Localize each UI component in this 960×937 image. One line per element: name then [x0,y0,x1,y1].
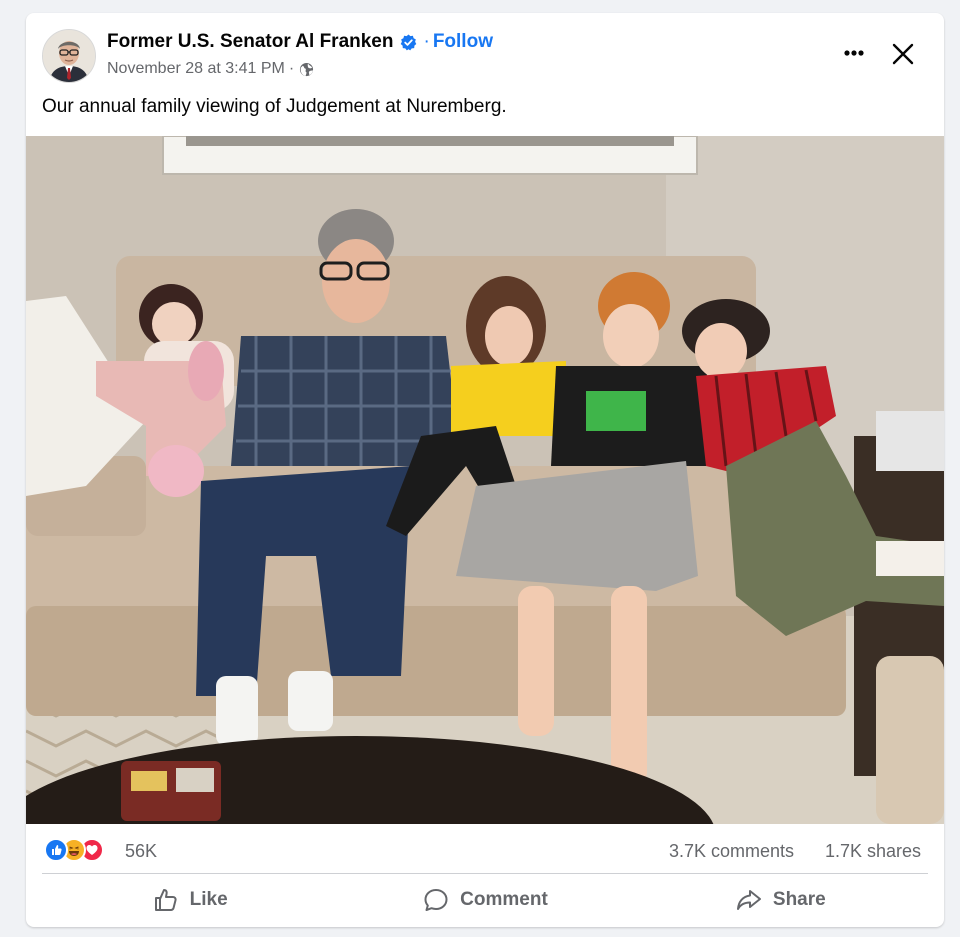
like-label: Like [189,889,228,910]
post-caption: Our annual family viewing of Judgement a… [42,96,507,117]
share-button[interactable]: Share [633,875,928,925]
post-meta: November 28 at 3:41 PM · [107,60,314,78]
like-button[interactable]: Like [42,875,337,925]
avatar-image [43,30,95,82]
post-header: Former U.S. Senator Al Franken · Follow … [26,13,944,83]
reactions-group[interactable] [44,838,104,862]
post-timestamp[interactable]: November 28 at 3:41 PM [107,60,285,78]
follow-button[interactable]: Follow [433,31,493,53]
family-photo-image [26,136,944,824]
post-stats: 56K 3.7K comments 1.7K shares [26,824,944,876]
verified-badge-icon [400,34,417,51]
share-icon [736,890,761,910]
post-photo[interactable] [26,136,944,824]
more-options-icon[interactable] [838,39,870,67]
like-icon [154,889,177,911]
comment-label: Comment [460,889,548,910]
like-reaction-icon [44,838,68,862]
actions-divider [42,873,928,874]
globe-icon [299,62,314,77]
comment-button[interactable]: Comment [337,875,632,925]
close-icon[interactable] [888,39,918,69]
post-actions: Like Comment Share [42,875,928,925]
comments-count[interactable]: 3.7K comments [669,841,794,862]
shares-count[interactable]: 1.7K shares [825,841,921,862]
follow-separator: · [423,31,430,52]
author-line: Former U.S. Senator Al Franken · Follow [107,31,493,53]
post-card: Former U.S. Senator Al Franken · Follow … [26,13,944,927]
author-avatar[interactable] [42,29,96,83]
comment-icon [424,889,448,911]
author-name[interactable]: Former U.S. Senator Al Franken [107,31,393,53]
meta-separator: · [288,60,295,77]
reaction-count[interactable]: 56K [125,841,157,862]
share-label: Share [772,889,826,910]
